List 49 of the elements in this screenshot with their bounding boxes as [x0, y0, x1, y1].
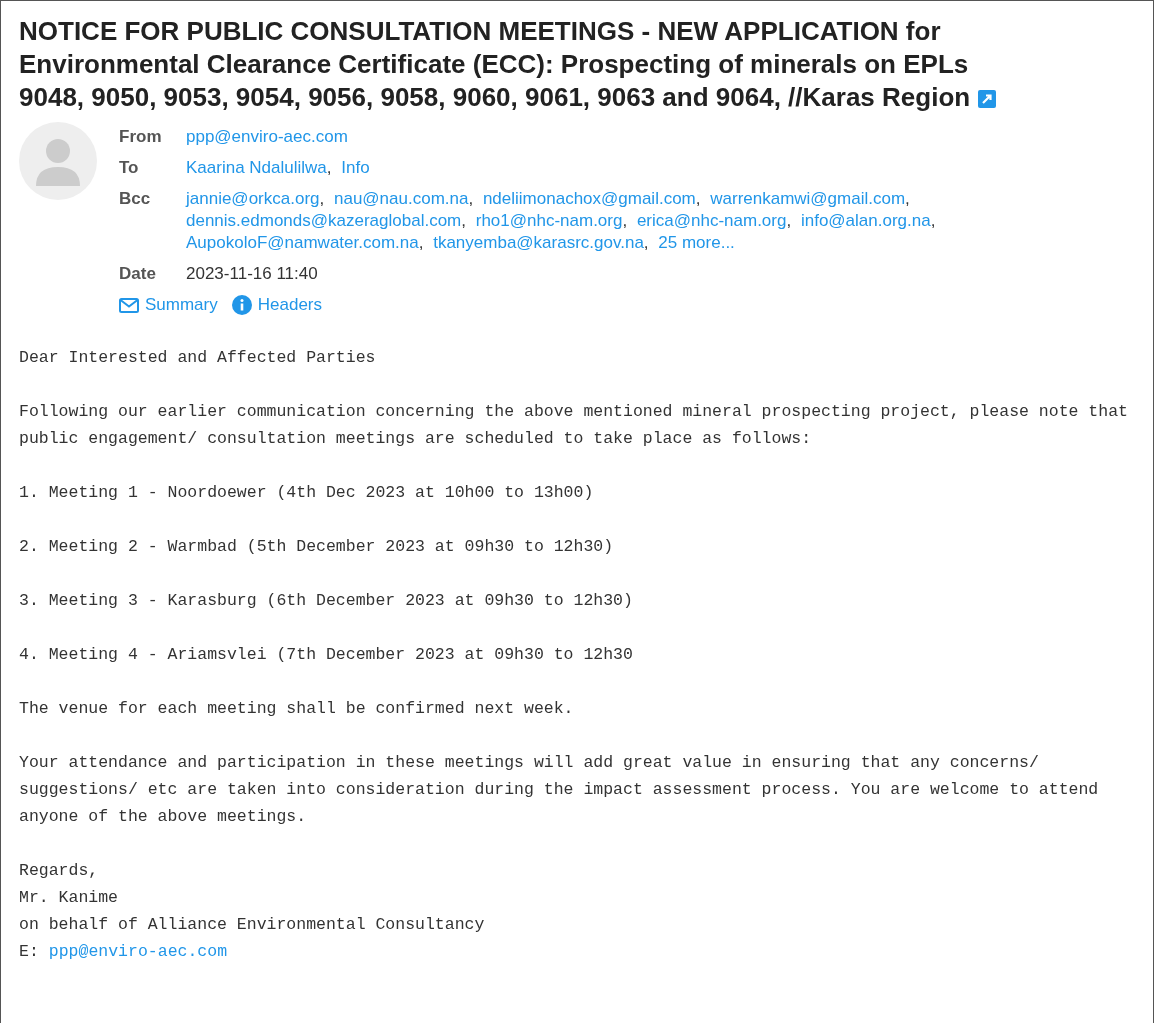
signature-line: Regards,: [19, 860, 100, 882]
recipient-link[interactable]: 25 more...: [658, 233, 735, 252]
message-paragraph: Dear Interested and Affected Parties: [19, 347, 377, 369]
info-icon: [231, 295, 252, 315]
message-paragraph: 3. Meeting 3 - Karasburg (6th December 2023 at 09h30 to 12h30): [19, 590, 634, 612]
comma: ,: [319, 189, 325, 208]
comma: ,: [695, 189, 701, 208]
recipient-link[interactable]: rho1@nhc-nam.org: [475, 211, 623, 230]
message-paragraph: Your attendance and participation in these meetings will add great value in ensuring that any concerns/ suggestions/ etc are taken into consideration during the impact assessment process. You are welcome to attend anyone of the above meetings.: [19, 752, 1100, 828]
message-paragraph: The venue for each meeting shall be confirmed next week.: [19, 698, 575, 720]
field-label: To: [119, 157, 140, 179]
comma: ,: [622, 211, 628, 230]
field-label: From: [119, 126, 163, 148]
recipient-link[interactable]: erica@nhc-nam.org: [636, 211, 787, 230]
recipient-link[interactable]: nau@nau.com.na: [333, 189, 469, 208]
field-label: Bcc: [119, 188, 152, 210]
recipient-link[interactable]: tkanyemba@karasrc.gov.na: [433, 233, 644, 252]
signature-line: Mr. Kanime: [19, 887, 120, 909]
recipient-link[interactable]: ndeliimonachox@gmail.com: [482, 189, 696, 208]
recipient-link[interactable]: ppp@enviro-aec.com: [186, 127, 348, 146]
email-prefix: E:: [19, 942, 39, 961]
email-link[interactable]: ppp@enviro-aec.com: [48, 942, 228, 961]
external-link-icon[interactable]: [978, 90, 997, 108]
recipient-link[interactable]: info@alan.org.na: [800, 211, 931, 230]
date-value: 2023-11-16 11:40: [186, 264, 318, 283]
recipient-link[interactable]: dennis.edmonds@kazeraglobal.com: [186, 211, 462, 230]
recipient-link[interactable]: AupokoloF@namwater.com.na: [186, 233, 419, 252]
email-subject: NOTICE FOR PUBLIC CONSULTATION MEETINGS - NEW APPLICATION for Environmental Clearance Certificate (ECC): Prospecting of minerals on EPLs 9048, 9050, 9053, 9054, 9056, 9058, 9060, 9061, 9063 and 9064, //Karas Region: [19, 15, 1029, 114]
comma: ,: [461, 211, 466, 230]
summary-link[interactable]: Summary: [119, 294, 218, 316]
comma: ,: [643, 233, 649, 252]
comma: ,: [786, 211, 792, 230]
message-paragraph: 4. Meeting 4 - Ariamsvlei (7th December 2023 at 09h30 to 12h30: [19, 644, 634, 666]
comma: ,: [468, 189, 474, 208]
message-paragraph: Following our earlier communication concerning the above mentioned mineral prospecting project, please note that public engagement/ consultation meetings are scheduled to take place as follows:: [19, 401, 1129, 450]
message-paragraph: 2. Meeting 2 - Warmbad (5th December 2023 at 09h30 to 12h30): [19, 536, 615, 558]
recipient-link[interactable]: warrenkamwi@gmail.com: [710, 189, 906, 208]
comma: ,: [930, 211, 936, 230]
envelope-icon: [119, 297, 139, 313]
recipient-link[interactable]: Info: [341, 158, 370, 177]
comma: ,: [418, 233, 424, 252]
signature-line: on behalf of Alliance Environmental Consultancy: [19, 914, 486, 936]
recipient-link[interactable]: jannie@orkca.org: [186, 189, 320, 208]
headers-link[interactable]: Headers: [231, 294, 322, 316]
comma: ,: [905, 189, 910, 208]
message-paragraph: 1. Meeting 1 - Noordoewer (4th Dec 2023 at 10h00 to 13h00): [19, 482, 595, 504]
field-label: Date: [119, 263, 157, 285]
recipient-link[interactable]: Kaarina Ndalulilwa: [186, 158, 327, 177]
comma: ,: [326, 158, 332, 177]
